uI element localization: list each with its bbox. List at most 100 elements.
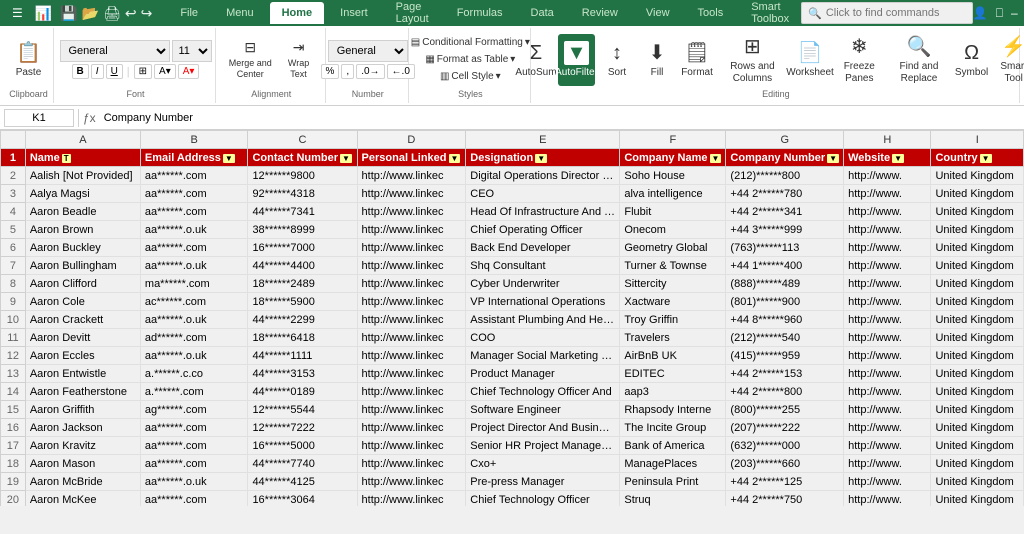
cell-r19-c2[interactable]: 44******4125 <box>248 473 357 491</box>
col-header-E[interactable]: E <box>466 131 620 149</box>
header-website[interactable]: Website▼ <box>844 149 931 167</box>
cell-r18-c7[interactable]: http://www. <box>844 455 931 473</box>
col-header-H[interactable]: H <box>844 131 931 149</box>
cell-r7-c3[interactable]: http://www.linkec <box>357 257 466 275</box>
comma-button[interactable]: , <box>341 64 354 79</box>
cell-r14-c1[interactable]: a.******.com <box>140 383 248 401</box>
cell-r2-c2[interactable]: 12******9800 <box>248 167 357 185</box>
cell-r9-c5[interactable]: Xactware <box>620 293 726 311</box>
cell-r5-c3[interactable]: http://www.linkec <box>357 221 466 239</box>
cell-r8-c5[interactable]: Sittercity <box>620 275 726 293</box>
cell-r2-c7[interactable]: http://www. <box>844 167 931 185</box>
cell-r14-c0[interactable]: Aaron Featherstone <box>25 383 140 401</box>
cell-r19-c7[interactable]: http://www. <box>844 473 931 491</box>
cell-r16-c0[interactable]: Aaron Jackson <box>25 419 140 437</box>
cell-r11-c4[interactable]: COO <box>466 329 620 347</box>
col-header-A[interactable]: A <box>25 131 140 149</box>
cell-r15-c4[interactable]: Software Engineer <box>466 401 620 419</box>
cell-r4-c1[interactable]: aa******.com <box>140 203 248 221</box>
cell-r6-c6[interactable]: (763)******113 <box>726 239 844 257</box>
cell-r18-c2[interactable]: 44******7740 <box>248 455 357 473</box>
cell-r19-c0[interactable]: Aaron McBride <box>25 473 140 491</box>
save-icon[interactable]: 💾 <box>60 5 77 22</box>
bold-button[interactable]: B <box>72 64 89 79</box>
cell-r2-c3[interactable]: http://www.linkec <box>357 167 466 185</box>
filter-icon-email[interactable]: ▼ <box>223 154 235 163</box>
cell-r16-c3[interactable]: http://www.linkec <box>357 419 466 437</box>
fill-button[interactable]: ⬇ Fill <box>639 34 675 86</box>
tab-file[interactable]: File <box>168 2 210 24</box>
cell-r13-c8[interactable]: United Kingdom <box>931 365 1024 383</box>
cell-r13-c1[interactable]: a.******.c.co <box>140 365 248 383</box>
cell-r20-c3[interactable]: http://www.linkec <box>357 491 466 507</box>
cell-r12-c1[interactable]: aa******.o.uk <box>140 347 248 365</box>
tab-review[interactable]: Review <box>570 2 630 24</box>
format-as-table-button[interactable]: ▦ Format as Table ▾ <box>421 52 519 67</box>
tab-insert[interactable]: Insert <box>328 2 380 24</box>
cell-r13-c3[interactable]: http://www.linkec <box>357 365 466 383</box>
cell-r2-c0[interactable]: Aalish [Not Provided] <box>25 167 140 185</box>
cell-r16-c6[interactable]: (207)******222 <box>726 419 844 437</box>
symbol-button[interactable]: Ω Symbol <box>954 34 990 86</box>
cell-r5-c7[interactable]: http://www. <box>844 221 931 239</box>
cell-r10-c5[interactable]: Troy Griffin <box>620 311 726 329</box>
cell-r15-c2[interactable]: 12******5544 <box>248 401 357 419</box>
paste-button[interactable]: 📋 Paste <box>11 34 47 86</box>
cell-r3-c3[interactable]: http://www.linkec <box>357 185 466 203</box>
worksheet-button[interactable]: 📄 Worksheet <box>790 34 830 86</box>
cell-r8-c7[interactable]: http://www. <box>844 275 931 293</box>
header-company-name[interactable]: Company Name▼ <box>620 149 726 167</box>
cell-r9-c0[interactable]: Aaron Cole <box>25 293 140 311</box>
minimize-icon[interactable]: – <box>1011 6 1018 20</box>
cell-r18-c0[interactable]: Aaron Mason <box>25 455 140 473</box>
cell-r15-c3[interactable]: http://www.linkec <box>357 401 466 419</box>
cell-r7-c6[interactable]: +44 1******400 <box>726 257 844 275</box>
cell-r10-c1[interactable]: aa******.o.uk <box>140 311 248 329</box>
search-input[interactable] <box>826 7 966 19</box>
cell-r4-c3[interactable]: http://www.linkec <box>357 203 466 221</box>
tab-smart-toolbox[interactable]: Smart Toolbox <box>739 2 801 24</box>
percent-button[interactable]: % <box>321 64 340 79</box>
cell-r4-c8[interactable]: United Kingdom <box>931 203 1024 221</box>
cell-r20-c5[interactable]: Struq <box>620 491 726 507</box>
cell-r15-c0[interactable]: Aaron Griffith <box>25 401 140 419</box>
filter-icon-country[interactable]: ▼ <box>980 154 992 163</box>
smart-tool-button[interactable]: ⚡ Smart Tool <box>994 34 1024 86</box>
tab-view[interactable]: View <box>634 2 682 24</box>
cell-r15-c5[interactable]: Rhapsody Interne <box>620 401 726 419</box>
cell-r15-c7[interactable]: http://www. <box>844 401 931 419</box>
cell-r19-c3[interactable]: http://www.linkec <box>357 473 466 491</box>
cell-r17-c3[interactable]: http://www.linkec <box>357 437 466 455</box>
cell-r5-c5[interactable]: Onecom <box>620 221 726 239</box>
cell-r2-c5[interactable]: Soho House <box>620 167 726 185</box>
cell-r9-c6[interactable]: (801)******900 <box>726 293 844 311</box>
cell-r12-c5[interactable]: AirBnB UK <box>620 347 726 365</box>
fill-color-button[interactable]: A▾ <box>154 64 176 79</box>
cell-r17-c0[interactable]: Aaron Kravitz <box>25 437 140 455</box>
cell-r11-c5[interactable]: Travelers <box>620 329 726 347</box>
cell-r4-c2[interactable]: 44******7341 <box>248 203 357 221</box>
italic-button[interactable]: I <box>91 64 104 79</box>
border-button[interactable]: ⊞ <box>134 64 152 79</box>
undo-icon[interactable]: ↩ <box>125 5 137 22</box>
cell-r4-c0[interactable]: Aaron Beadle <box>25 203 140 221</box>
cell-r17-c8[interactable]: United Kingdom <box>931 437 1024 455</box>
filter-icon-company[interactable]: ▼ <box>710 154 722 163</box>
cell-r8-c3[interactable]: http://www.linkec <box>357 275 466 293</box>
cell-r12-c6[interactable]: (415)******959 <box>726 347 844 365</box>
cell-r14-c2[interactable]: 44******0189 <box>248 383 357 401</box>
cell-r20-c6[interactable]: +44 2******750 <box>726 491 844 507</box>
col-header-I[interactable]: I <box>931 131 1024 149</box>
font-family-select[interactable]: General <box>60 40 170 62</box>
cell-r5-c0[interactable]: Aaron Brown <box>25 221 140 239</box>
cell-r5-c2[interactable]: 38******8999 <box>248 221 357 239</box>
search-bar[interactable]: 🔍 <box>801 2 973 24</box>
cell-r2-c1[interactable]: aa******.com <box>140 167 248 185</box>
cell-r18-c3[interactable]: http://www.linkec <box>357 455 466 473</box>
cell-r8-c2[interactable]: 18******2489 <box>248 275 357 293</box>
cell-style-button[interactable]: ▥ Cell Style ▾ <box>436 69 505 84</box>
filter-icon-linkedin[interactable]: ▼ <box>449 154 461 163</box>
cell-r6-c4[interactable]: Back End Developer <box>466 239 620 257</box>
cell-r16-c8[interactable]: United Kingdom <box>931 419 1024 437</box>
cell-r2-c8[interactable]: United Kingdom <box>931 167 1024 185</box>
